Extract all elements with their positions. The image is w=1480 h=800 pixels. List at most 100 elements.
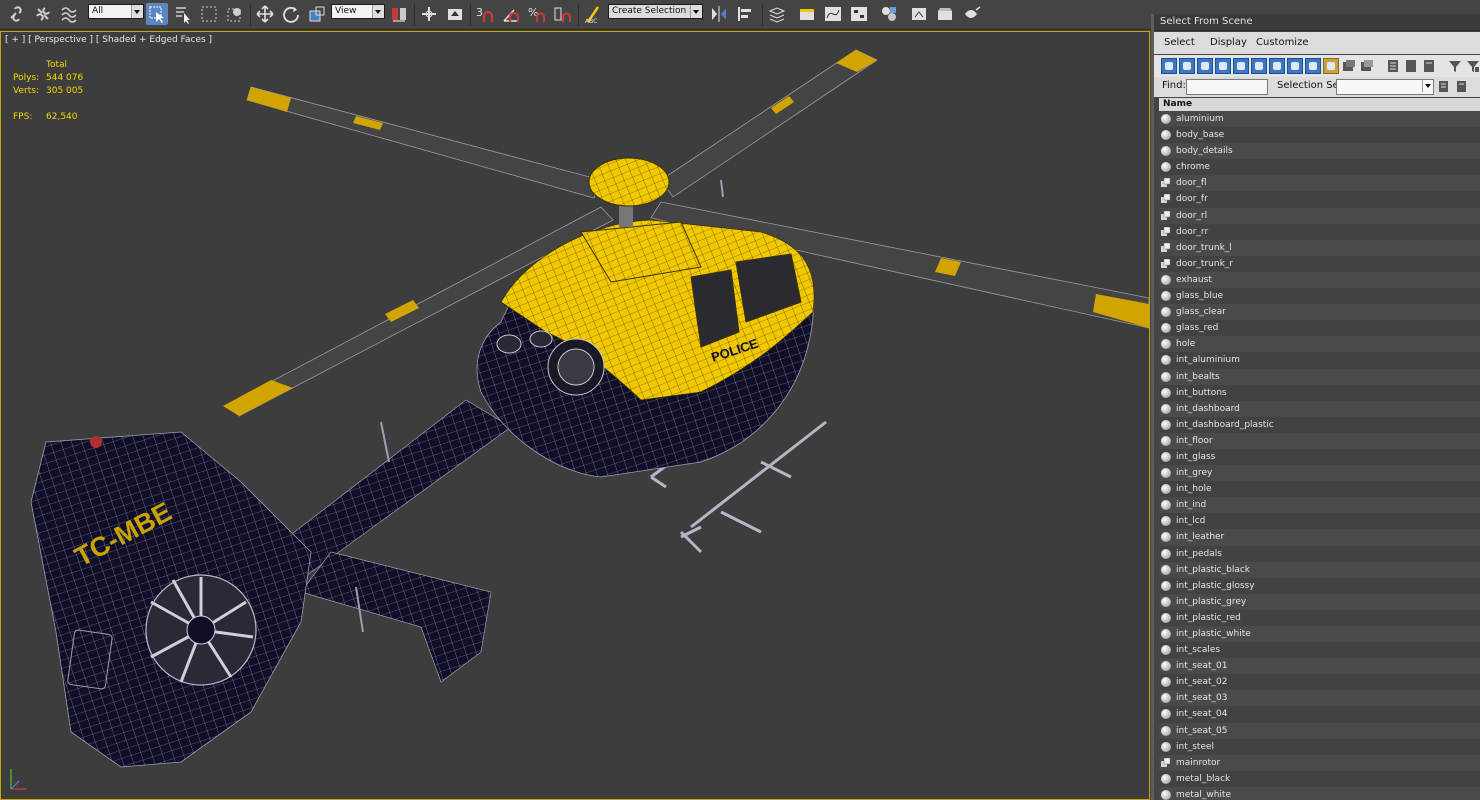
- display-helpers-icon[interactable]: [1233, 58, 1249, 74]
- list-item[interactable]: metal_white: [1159, 786, 1480, 800]
- list-item[interactable]: int_seat_02: [1159, 674, 1480, 691]
- scale-icon[interactable]: [306, 3, 328, 25]
- list-item[interactable]: int_leather: [1159, 529, 1480, 546]
- select-object-icon[interactable]: [146, 3, 168, 25]
- render-setup-icon[interactable]: [908, 3, 930, 25]
- menu-select[interactable]: Select: [1164, 37, 1195, 48]
- list-item[interactable]: door_fl: [1159, 175, 1480, 192]
- list-item[interactable]: int_glass: [1159, 448, 1480, 466]
- select-and-manipulate-icon[interactable]: [418, 3, 440, 25]
- list-item[interactable]: door_rr: [1159, 223, 1480, 240]
- list-item[interactable]: mainrotor: [1159, 754, 1480, 771]
- display-shapes-icon[interactable]: [1179, 58, 1195, 74]
- list-item[interactable]: int_scales: [1159, 642, 1480, 659]
- list-item[interactable]: int_seat_03: [1159, 690, 1480, 707]
- percent-snap-icon[interactable]: %: [526, 3, 548, 25]
- select-by-name-icon[interactable]: [172, 3, 194, 25]
- curve-editor-icon[interactable]: [822, 3, 844, 25]
- list-item[interactable]: int_ind: [1159, 497, 1480, 514]
- add-selection-set-icon[interactable]: [1438, 80, 1450, 97]
- rendered-frame-window-icon[interactable]: [934, 3, 956, 25]
- list-item[interactable]: metal_black: [1159, 770, 1480, 787]
- list-item[interactable]: int_buttons: [1159, 384, 1480, 401]
- menu-customize[interactable]: Customize: [1256, 37, 1309, 48]
- list-item[interactable]: int_bealts: [1159, 368, 1480, 385]
- perspective-viewport[interactable]: [ + ] [ Perspective ] [ Shaded + Edged F…: [0, 31, 1150, 800]
- manage-layers-icon[interactable]: [766, 3, 788, 25]
- display-cameras-icon[interactable]: [1215, 58, 1231, 74]
- selection-filter-dropdown[interactable]: All: [88, 4, 144, 19]
- keyboard-shortcut-override-icon[interactable]: [444, 3, 466, 25]
- list-item[interactable]: int_plastic_white: [1159, 626, 1480, 643]
- list-item[interactable]: door_fr: [1159, 191, 1480, 208]
- filter-funnel-icon[interactable]: [1448, 58, 1462, 74]
- list-item[interactable]: exhaust: [1159, 271, 1480, 289]
- list-item[interactable]: int_plastic_grey: [1159, 593, 1480, 610]
- pivot-center-icon[interactable]: [388, 3, 410, 25]
- list-item[interactable]: door_rl: [1159, 207, 1480, 224]
- list-item[interactable]: int_steel: [1159, 738, 1480, 755]
- find-input[interactable]: [1186, 79, 1268, 95]
- menu-display[interactable]: Display: [1210, 37, 1247, 48]
- list-item[interactable]: int_dashboard_plastic: [1159, 416, 1480, 433]
- display-bones-icon[interactable]: [1305, 58, 1321, 74]
- list-item[interactable]: int_hole: [1159, 481, 1480, 498]
- display-space-warps-icon[interactable]: [1251, 58, 1267, 74]
- list-item[interactable]: int_plastic_black: [1159, 561, 1480, 578]
- unlink-selection-icon[interactable]: [32, 3, 54, 25]
- angle-snap-icon[interactable]: [500, 3, 522, 25]
- list-item[interactable]: int_pedals: [1159, 545, 1480, 562]
- list-item[interactable]: body_base: [1159, 127, 1480, 144]
- helicopter-model[interactable]: TC-MBE POLICE: [1, 32, 1149, 799]
- selection-set-dropdown[interactable]: [1336, 79, 1434, 95]
- list-item[interactable]: aluminium: [1159, 111, 1480, 128]
- list-item[interactable]: hole: [1159, 336, 1480, 353]
- move-icon[interactable]: [254, 3, 276, 25]
- list-item[interactable]: body_details: [1159, 143, 1480, 160]
- display-lights-icon[interactable]: [1197, 58, 1213, 74]
- material-editor-icon[interactable]: [878, 3, 900, 25]
- list-item[interactable]: int_seat_04: [1159, 706, 1480, 723]
- list-item[interactable]: int_grey: [1159, 465, 1480, 482]
- list-item[interactable]: int_floor: [1159, 432, 1480, 449]
- select-invert-icon[interactable]: [1422, 58, 1436, 74]
- list-item[interactable]: int_lcd: [1159, 513, 1480, 530]
- list-item[interactable]: glass_clear: [1159, 304, 1480, 321]
- list-item[interactable]: int_dashboard: [1159, 400, 1480, 417]
- list-item[interactable]: glass_red: [1159, 320, 1480, 337]
- toggle-scene-explorer-icon[interactable]: [796, 3, 818, 25]
- select-all-icon[interactable]: [1386, 58, 1400, 74]
- display-groups-icon[interactable]: [1269, 58, 1285, 74]
- list-item[interactable]: int_plastic_glossy: [1159, 577, 1480, 594]
- edit-named-selection-icon[interactable]: ABC: [582, 3, 604, 25]
- name-column-header[interactable]: Name: [1159, 98, 1480, 112]
- render-production-icon[interactable]: [960, 3, 982, 25]
- display-xrefs-icon[interactable]: [1287, 58, 1303, 74]
- display-geometry-icon[interactable]: [1161, 58, 1177, 74]
- bind-to-space-warp-icon[interactable]: [58, 3, 80, 25]
- remove-selection-set-icon[interactable]: [1456, 80, 1468, 97]
- list-item[interactable]: int_seat_01: [1159, 658, 1480, 675]
- align-icon[interactable]: [734, 3, 756, 25]
- select-none-icon[interactable]: [1404, 58, 1418, 74]
- rotate-icon[interactable]: [280, 3, 302, 25]
- hierarchy-filter-icon[interactable]: [1466, 58, 1480, 74]
- select-and-link-icon[interactable]: [6, 3, 28, 25]
- list-item[interactable]: chrome: [1159, 159, 1480, 176]
- list-item[interactable]: int_seat_05: [1159, 722, 1480, 739]
- list-item[interactable]: int_aluminium: [1159, 352, 1480, 369]
- display-frozen-icon[interactable]: [1342, 58, 1356, 74]
- window-crossing-icon[interactable]: [224, 3, 246, 25]
- display-hidden-icon[interactable]: [1360, 58, 1374, 74]
- reference-coordinate-dropdown[interactable]: View: [331, 4, 385, 19]
- list-item[interactable]: door_trunk_r: [1159, 255, 1480, 272]
- snaps-toggle-icon[interactable]: 3: [474, 3, 496, 25]
- list-item[interactable]: glass_blue: [1159, 288, 1480, 305]
- schematic-view-icon[interactable]: [848, 3, 870, 25]
- named-selection-sets-dropdown[interactable]: Create Selection Se: [608, 4, 703, 19]
- rectangular-selection-icon[interactable]: [198, 3, 220, 25]
- list-item[interactable]: door_trunk_l: [1159, 239, 1480, 256]
- display-containers-icon[interactable]: [1323, 58, 1339, 74]
- list-item[interactable]: int_plastic_red: [1159, 609, 1480, 626]
- spinner-snap-icon[interactable]: [552, 3, 574, 25]
